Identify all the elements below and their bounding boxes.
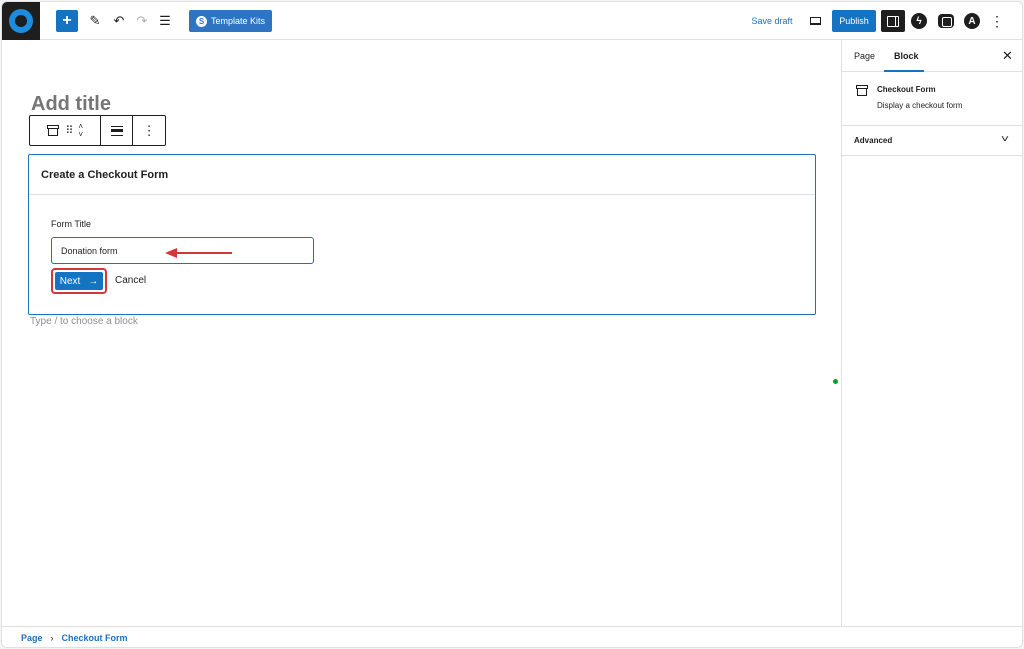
block-name: Checkout Form xyxy=(877,85,936,94)
sidebar-panel-icon xyxy=(887,15,899,27)
block-description: Display a checkout form xyxy=(877,101,963,110)
top-toolbar: + ✎ ↶ ↷ ☰ S Template Kits Save draft Pub… xyxy=(2,2,1022,40)
spectra-plugin-button[interactable]: ϟ xyxy=(910,10,928,32)
document-overview-icon[interactable]: ☰ xyxy=(154,10,176,32)
align-icon xyxy=(110,125,123,136)
form-title-label: Form Title xyxy=(51,219,92,229)
redo-icon[interactable]: ↷ xyxy=(131,10,153,32)
settings-sidebar: Page Block ✕ Checkout Form Display a che… xyxy=(841,40,1022,626)
breadcrumb: Page › Checkout Form xyxy=(2,626,1022,647)
block-toolbar: ⠿ ˄ ˅ ⋮ xyxy=(29,115,166,146)
settings-toggle-button[interactable] xyxy=(881,10,905,32)
plugin-square-icon xyxy=(938,14,954,28)
plugin-sidebar-button[interactable] xyxy=(937,10,955,32)
laptop-icon xyxy=(809,17,821,25)
editor-window: + ✎ ↶ ↷ ☰ S Template Kits Save draft Pub… xyxy=(1,1,1023,648)
checkout-store-icon[interactable] xyxy=(47,125,60,136)
vertical-dots-icon: ⋮ xyxy=(142,122,156,138)
advanced-label: Advanced xyxy=(854,136,893,145)
bolt-icon: ϟ xyxy=(911,13,927,29)
breadcrumb-checkout-form[interactable]: Checkout Form xyxy=(62,633,128,643)
block-type-group: ⠿ ˄ ˅ xyxy=(30,116,102,145)
drag-handle-icon[interactable]: ⠿ xyxy=(65,124,73,137)
template-kits-button[interactable]: S Template Kits xyxy=(189,10,272,32)
add-block-button[interactable]: + xyxy=(56,10,78,32)
preview-button[interactable] xyxy=(805,10,825,32)
cancel-button[interactable]: Cancel xyxy=(115,275,146,286)
checkout-form-header: Create a Checkout Form xyxy=(29,155,815,195)
checkout-form-block[interactable]: Create a Checkout Form Form Title Next →… xyxy=(28,154,816,315)
site-logo-icon[interactable] xyxy=(2,2,40,40)
template-kits-icon: S xyxy=(195,15,207,27)
advanced-panel-toggle[interactable]: Advanced ˅ xyxy=(842,126,1022,156)
tab-block[interactable]: Block xyxy=(894,51,919,61)
red-arrow-annotation xyxy=(165,248,232,258)
undo-icon[interactable]: ↶ xyxy=(108,10,130,32)
chevron-down-icon: ˅ xyxy=(1000,134,1010,145)
post-title-placeholder[interactable]: Add title xyxy=(31,93,111,116)
pen-tool-icon[interactable]: ✎ xyxy=(84,10,106,32)
arrow-right-icon: → xyxy=(88,275,99,287)
sidebar-tabs: Page Block ✕ xyxy=(842,40,1022,72)
more-options-icon[interactable]: ⋮ xyxy=(990,10,1004,32)
breadcrumb-page[interactable]: Page xyxy=(21,633,43,643)
close-icon[interactable]: ✕ xyxy=(1002,48,1013,64)
template-kits-label: Template Kits xyxy=(210,16,266,26)
block-mover: ˄ ˅ xyxy=(78,122,83,139)
checkout-store-icon xyxy=(856,85,868,96)
block-appender-hint[interactable]: Type / to choose a block xyxy=(30,316,138,327)
save-draft-button[interactable]: Save draft xyxy=(750,10,794,32)
astra-settings-button[interactable]: A xyxy=(963,10,981,32)
breadcrumb-separator: › xyxy=(50,633,54,643)
move-down-icon[interactable]: ˅ xyxy=(78,130,83,139)
block-options-button[interactable]: ⋮ xyxy=(133,116,165,145)
next-button[interactable]: Next → xyxy=(51,268,107,294)
status-dot xyxy=(833,379,838,384)
publish-button[interactable]: Publish xyxy=(832,10,876,32)
astra-logo-icon: A xyxy=(964,13,980,29)
align-button[interactable] xyxy=(101,116,134,145)
next-label: Next xyxy=(59,275,81,287)
block-card: Checkout Form Display a checkout form xyxy=(842,72,1022,126)
tab-page[interactable]: Page xyxy=(854,51,875,61)
editor-canvas[interactable]: Add title ⠿ ˄ ˅ ⋮ Create a Checkout Form… xyxy=(2,40,841,626)
